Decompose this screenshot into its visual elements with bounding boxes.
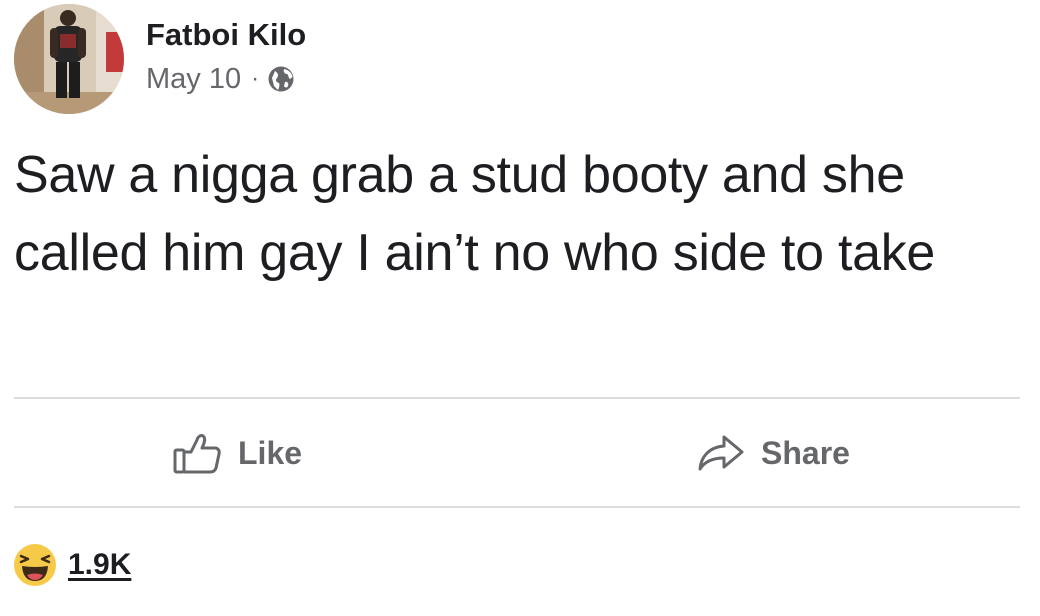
post-subline: May 10 · bbox=[146, 62, 306, 96]
action-bar: Like Share bbox=[0, 400, 1040, 506]
share-arrow-icon bbox=[698, 435, 744, 471]
like-label: Like bbox=[238, 434, 303, 471]
facebook-post: Fatboi Kilo May 10 · Saw a nigga grab a … bbox=[0, 0, 1040, 616]
avatar[interactable] bbox=[14, 4, 124, 114]
reaction-summary[interactable]: 1.9K bbox=[12, 540, 131, 590]
like-button[interactable]: Like bbox=[172, 400, 302, 506]
post-text: Saw a nigga grab a stud booty and she ca… bbox=[14, 146, 936, 282]
thumbs-up-icon bbox=[173, 434, 221, 474]
post-header: Fatboi Kilo May 10 · bbox=[14, 4, 306, 114]
globe-icon[interactable] bbox=[267, 65, 295, 93]
author-name[interactable]: Fatboi Kilo bbox=[146, 16, 306, 54]
avatar-photo bbox=[14, 4, 124, 114]
post-date[interactable]: May 10 bbox=[146, 62, 241, 96]
haha-emoji-icon bbox=[14, 544, 56, 586]
separator-dot: · bbox=[251, 65, 260, 92]
divider bbox=[14, 506, 1020, 508]
divider bbox=[14, 397, 1020, 399]
post-meta: Fatboi Kilo May 10 · bbox=[146, 17, 306, 96]
reaction-count[interactable]: 1.9K bbox=[68, 548, 131, 582]
share-button[interactable]: Share bbox=[697, 400, 850, 506]
share-label: Share bbox=[761, 434, 850, 471]
